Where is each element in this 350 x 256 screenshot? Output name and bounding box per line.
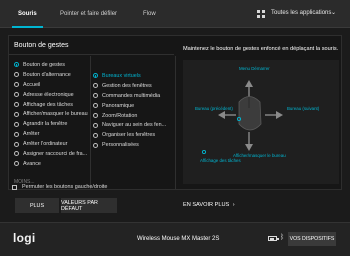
radio-button[interactable] bbox=[14, 102, 19, 107]
radio-button[interactable] bbox=[14, 72, 19, 78]
action-option-label: Affichage des tâches bbox=[23, 101, 73, 108]
action-option[interactable]: Bouton de gestes bbox=[14, 60, 90, 70]
action-option-label: Adresse électronique bbox=[23, 91, 74, 98]
bluetooth-icon: ᛒ bbox=[280, 234, 285, 241]
gesture-option[interactable]: Organiser les fenêtres bbox=[93, 130, 173, 140]
chevron-down-icon[interactable]: ⌄ bbox=[331, 9, 336, 16]
action-option[interactable]: Afficher/masquer le bureau bbox=[14, 109, 90, 119]
divider bbox=[9, 54, 174, 55]
gesture-option-label: Bureaux virtuels bbox=[102, 72, 141, 79]
gesture-option[interactable]: Gestion des fenêtres bbox=[93, 81, 173, 91]
action-option[interactable]: Adresse électronique bbox=[14, 90, 90, 100]
swap-buttons-label: Permuter les boutons gauche/droite bbox=[22, 184, 108, 190]
action-option-label: Arrêter bbox=[23, 131, 40, 138]
radio-button[interactable] bbox=[14, 92, 19, 98]
action-option-label: Arrêter l'ordinateur bbox=[23, 141, 68, 148]
tab-souris[interactable]: Souris bbox=[12, 0, 43, 28]
gesture-option[interactable]: Naviguer au sein des fen... bbox=[93, 120, 173, 130]
gesture-option[interactable]: Zoom/Rotation bbox=[93, 111, 173, 121]
gesture-option-label: Commandes multimédia bbox=[102, 92, 161, 99]
radio-button[interactable] bbox=[93, 113, 98, 118]
tab-pointer-et-faire-defiler[interactable]: Pointer et faire défiler bbox=[60, 0, 117, 28]
radio-button[interactable] bbox=[14, 161, 19, 167]
radio-button[interactable] bbox=[93, 103, 98, 109]
action-option[interactable]: Agrandir la fenêtre bbox=[14, 119, 90, 129]
radio-button[interactable] bbox=[14, 151, 19, 157]
action-option[interactable]: Avance bbox=[14, 159, 90, 169]
radio-button[interactable] bbox=[93, 142, 98, 148]
gesture-option[interactable]: Personnalisées bbox=[93, 140, 173, 150]
radio-button[interactable] bbox=[93, 83, 98, 89]
radio-button[interactable] bbox=[14, 82, 19, 88]
panel-title: Bouton de gestes bbox=[14, 42, 69, 49]
radio-button[interactable] bbox=[93, 122, 98, 128]
action-option[interactable]: Bouton d'alternance bbox=[14, 70, 90, 80]
gesture-label-right: Bureau (suivant) bbox=[287, 106, 320, 111]
radio-button[interactable] bbox=[14, 62, 19, 68]
gesture-arrows bbox=[201, 80, 283, 155]
action-list: Bouton de gestes Bouton d'alternance Accue… bbox=[14, 60, 90, 169]
radio-button[interactable] bbox=[93, 93, 98, 99]
gesture-option-label: Naviguer au sein des fen... bbox=[102, 122, 167, 129]
action-option-label: Afficher/masquer le bureau bbox=[23, 111, 88, 118]
radio-button[interactable] bbox=[14, 131, 19, 137]
gesture-diagram: Menu Démarrer Bureau (précédent) Bureau … bbox=[183, 60, 339, 184]
gesture-label-left: Bureau (précédent) bbox=[195, 106, 233, 111]
action-option[interactable]: Arrêter l'ordinateur bbox=[14, 139, 90, 149]
logitech-logo: logi bbox=[13, 231, 36, 245]
learn-more-link[interactable]: EN SAVOIR PLUS › bbox=[183, 202, 235, 208]
gesture-option-label: Organiser les fenêtres bbox=[102, 132, 156, 139]
mouse-icon bbox=[236, 96, 262, 131]
applications-selector[interactable]: Toutes les applications bbox=[271, 10, 331, 16]
gesture-label-click: Affichage des tâches bbox=[200, 158, 241, 163]
radio-button[interactable] bbox=[14, 111, 19, 117]
gesture-list: Bureaux virtuels Gestion des fenêtres Comm… bbox=[93, 71, 173, 150]
gesture-option[interactable]: Panoramique bbox=[93, 101, 173, 111]
action-option-label: Assigner raccourci de fra... bbox=[23, 150, 88, 157]
device-name: Wireless Mouse MX Master 2S bbox=[137, 236, 220, 242]
gesture-instruction: Maintenez le bouton de gestes enfoncé en… bbox=[183, 46, 339, 52]
action-option-label: Bouton de gestes bbox=[23, 61, 65, 68]
gesture-option[interactable]: Bureaux virtuels bbox=[93, 71, 173, 81]
button-settings-panel: Bouton de gestes Bouton de gestes Bouton … bbox=[8, 35, 342, 208]
radio-button[interactable] bbox=[93, 73, 98, 79]
gesture-label-up: Menu Démarrer bbox=[239, 66, 270, 71]
divider bbox=[90, 56, 91, 189]
gesture-option-label: Panoramique bbox=[102, 102, 135, 109]
battery-icon bbox=[268, 236, 279, 241]
restore-defaults-button[interactable]: VALEURS PAR DÉFAUT bbox=[61, 198, 117, 213]
action-option[interactable]: Assigner raccourci de fra... bbox=[14, 149, 90, 159]
action-option-label: Bouton d'alternance bbox=[23, 71, 71, 78]
gesture-option-label: Zoom/Rotation bbox=[102, 112, 138, 119]
learn-more-label: EN SAVOIR PLUS bbox=[183, 202, 230, 208]
swap-buttons-checkbox[interactable] bbox=[12, 184, 17, 190]
action-option[interactable]: Accueil bbox=[14, 80, 90, 90]
divider bbox=[175, 56, 176, 189]
your-devices-button[interactable]: VOS DISPOSITIFS bbox=[288, 232, 336, 246]
swap-buttons-option[interactable]: Permuter les boutons gauche/droite bbox=[12, 184, 107, 190]
action-option-label: Accueil bbox=[23, 81, 41, 88]
tab-flow[interactable]: Flow bbox=[143, 0, 156, 28]
chevron-right-icon: › bbox=[232, 202, 235, 208]
gesture-option-label: Gestion des fenêtres bbox=[102, 82, 152, 89]
more-button[interactable]: PLUS bbox=[15, 198, 59, 213]
grid-icon[interactable] bbox=[257, 10, 265, 18]
gesture-option[interactable]: Commandes multimédia bbox=[93, 91, 173, 101]
action-option-label: Avance bbox=[23, 160, 41, 167]
radio-button[interactable] bbox=[93, 132, 98, 138]
gesture-option-label: Personnalisées bbox=[102, 142, 139, 149]
action-option[interactable]: Affichage des tâches bbox=[14, 100, 90, 110]
radio-button[interactable] bbox=[14, 141, 19, 147]
action-option-label: Agrandir la fenêtre bbox=[23, 121, 68, 128]
footer-bar: logi Wireless Mouse MX Master 2S ᛒ VOS D… bbox=[0, 222, 350, 256]
top-tab-bar: Souris Pointer et faire défiler Flow Tou… bbox=[0, 0, 350, 28]
action-option[interactable]: Arrêter bbox=[14, 129, 90, 139]
radio-button[interactable] bbox=[14, 121, 19, 127]
